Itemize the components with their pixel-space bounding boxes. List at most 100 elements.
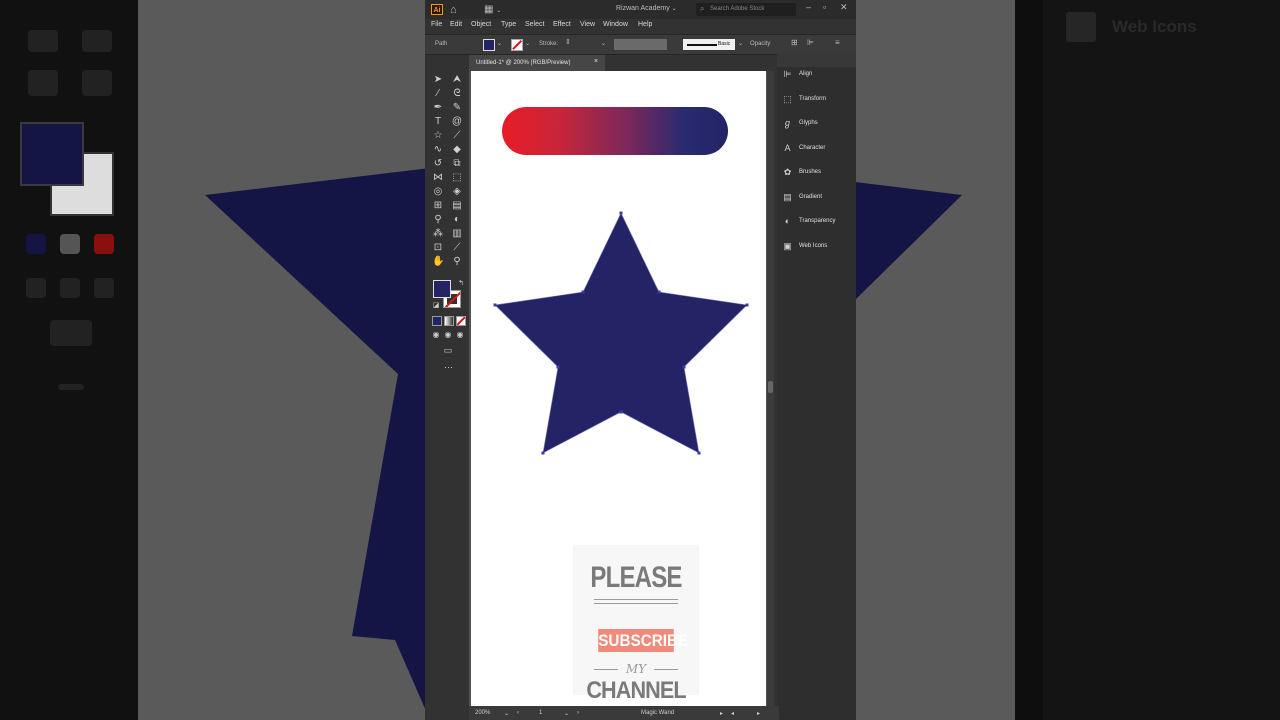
width-tool-icon[interactable]: ⋈ bbox=[432, 172, 444, 184]
stroke-weight-dropdown-icon[interactable]: ⌄ bbox=[601, 40, 606, 47]
color-mode-swatch[interactable] bbox=[432, 316, 442, 326]
rotate-tool-icon[interactable]: ↺ bbox=[432, 158, 444, 170]
magic-wand-tool-icon[interactable]: ⁄ bbox=[432, 88, 444, 100]
paintbrush-tool-icon[interactable]: ⟋ bbox=[451, 130, 463, 142]
zoom-dropdown-icon[interactable]: ⌄ bbox=[504, 710, 509, 717]
control-bar: Path ⌄ ⌄ Stroke: ⇕ ⌄ Basic ⌄ Opacity ⊞ ⊫… bbox=[425, 34, 856, 55]
gradient-mode-swatch[interactable] bbox=[444, 316, 454, 326]
stroke-dropdown-icon[interactable]: ⌄ bbox=[525, 40, 530, 47]
menu-object[interactable]: Object bbox=[471, 21, 491, 28]
next-artboard-icon[interactable]: › bbox=[577, 710, 579, 716]
align-to-icon[interactable]: ⊞ bbox=[791, 38, 798, 47]
zoom-level[interactable]: 200% bbox=[475, 710, 490, 716]
menu-window[interactable]: Window bbox=[603, 21, 628, 28]
panel-dock-header[interactable] bbox=[777, 53, 856, 67]
artboard-number[interactable]: 1 bbox=[539, 710, 542, 716]
close-icon[interactable]: ✕ bbox=[840, 2, 848, 13]
live-paint-tool-icon[interactable]: ◈ bbox=[451, 186, 463, 198]
vertical-scrollbar[interactable] bbox=[767, 71, 774, 707]
minimize-icon[interactable]: – bbox=[806, 2, 811, 12]
panel-transparency-label: Transparency bbox=[799, 218, 836, 224]
pen-tool-icon[interactable]: ✒ bbox=[432, 102, 444, 114]
menu-edit[interactable]: Edit bbox=[450, 21, 462, 28]
panel-web-icons[interactable]: ▣ Web Icons bbox=[782, 240, 854, 254]
none-mode-swatch[interactable] bbox=[456, 316, 466, 326]
close-tab-icon[interactable]: × bbox=[594, 58, 598, 65]
eraser-tool-icon[interactable]: ◆ bbox=[451, 144, 463, 156]
selection-type-label: Path bbox=[435, 41, 448, 47]
edit-toolbar-icon[interactable]: ⋯ bbox=[444, 362, 453, 373]
type-tool-icon[interactable]: T bbox=[432, 116, 444, 128]
glyphs-icon: ℊ bbox=[782, 118, 792, 128]
artboard-tool-icon[interactable]: ⊡ bbox=[432, 242, 444, 254]
previous-artboard-icon[interactable]: ‹ bbox=[517, 710, 519, 716]
blend-tool-icon[interactable]: ◐ bbox=[451, 214, 463, 226]
free-transform-tool-icon[interactable]: ⬚ bbox=[451, 172, 463, 184]
scrollbar-thumb[interactable] bbox=[768, 381, 773, 393]
star-tool-icon[interactable]: ☆ bbox=[432, 130, 444, 142]
panel-web-icons-label: Web Icons bbox=[799, 243, 828, 249]
menu-effect[interactable]: Effect bbox=[553, 21, 571, 28]
hand-tool-icon[interactable]: ✋ bbox=[432, 256, 444, 268]
gradient-icon: ▤ bbox=[783, 192, 792, 202]
curvature-tool-icon[interactable]: ✎ bbox=[451, 102, 463, 114]
workspace-switcher[interactable]: Rizwan Academy ⌄ bbox=[616, 5, 677, 12]
panel-character[interactable]: A Character bbox=[782, 142, 854, 156]
scroll-right-icon[interactable]: ▸ bbox=[757, 710, 760, 717]
gradient-tool-icon[interactable]: ▤ bbox=[451, 200, 463, 212]
draw-behind-icon[interactable]: ◉ bbox=[442, 329, 454, 341]
document-tab[interactable]: Untitled-1* @ 200% (RGB/Preview) × bbox=[469, 55, 605, 71]
column-graph-tool-icon[interactable]: ▥ bbox=[451, 228, 463, 240]
overlay-divider bbox=[594, 603, 678, 604]
opacity-label[interactable]: Opacity bbox=[750, 41, 770, 47]
slice-tool-icon[interactable]: ⟋ bbox=[451, 242, 463, 254]
panel-transparency[interactable]: ◐ Transparency bbox=[782, 215, 854, 229]
default-fill-stroke-icon[interactable]: ◪ bbox=[430, 300, 442, 312]
menu-select[interactable]: Select bbox=[525, 21, 544, 28]
brush-definition-field[interactable]: Basic bbox=[683, 39, 735, 50]
draw-inside-icon[interactable]: ◉ bbox=[454, 329, 466, 341]
align-options-icon[interactable]: ⊫ bbox=[807, 38, 814, 47]
direct-selection-tool-icon[interactable]: ⮝ bbox=[451, 74, 463, 86]
symbol-sprayer-tool-icon[interactable]: ⁂ bbox=[432, 228, 444, 240]
panel-transform[interactable]: ⬚ Transform bbox=[782, 93, 854, 107]
shaper-tool-icon[interactable]: ∿ bbox=[432, 144, 444, 156]
eyedropper-tool-icon[interactable]: ⚲ bbox=[432, 214, 444, 226]
spiral-tool-icon[interactable]: @ bbox=[451, 116, 463, 128]
fill-dropdown-icon[interactable]: ⌄ bbox=[497, 40, 502, 47]
shape-builder-tool-icon[interactable]: ◎ bbox=[432, 186, 444, 198]
selection-tool-icon[interactable]: ➤ bbox=[432, 74, 444, 86]
scale-tool-icon[interactable]: ⧉ bbox=[451, 158, 463, 170]
swap-fill-stroke-icon[interactable]: ↰ bbox=[455, 278, 467, 290]
status-menu-icon[interactable]: ▸ bbox=[720, 710, 723, 717]
scroll-left-icon[interactable]: ◂ bbox=[731, 710, 734, 717]
fill-swatch[interactable] bbox=[433, 280, 451, 298]
zoom-tool-icon[interactable]: ⚲ bbox=[451, 256, 463, 268]
draw-normal-icon[interactable]: ◉ bbox=[430, 329, 442, 341]
arrange-documents-icon[interactable]: ▦ ⌄ bbox=[484, 4, 501, 17]
transparency-icon: ◐ bbox=[784, 216, 791, 226]
brush-dropdown-icon[interactable]: ⌄ bbox=[738, 40, 743, 47]
artboard[interactable]: PLEASE SUBSCRIBE MY CHANNEL bbox=[471, 71, 766, 707]
menu-type[interactable]: Type bbox=[501, 21, 516, 28]
menu-help[interactable]: Help bbox=[638, 21, 652, 28]
menu-view[interactable]: View bbox=[580, 21, 595, 28]
perspective-grid-tool-icon[interactable]: ⊞ bbox=[432, 200, 444, 212]
panel-brushes[interactable]: ✿ Brushes bbox=[782, 166, 854, 180]
lasso-tool-icon[interactable]: ᘓ bbox=[451, 88, 463, 100]
variable-width-profile-field[interactable] bbox=[614, 39, 667, 50]
panel-gradient[interactable]: ▤ Gradient bbox=[782, 191, 854, 205]
screen-mode-icon[interactable]: ▭ bbox=[441, 344, 455, 356]
maximize-icon[interactable]: ▫ bbox=[823, 2, 826, 12]
panel-brushes-label: Brushes bbox=[799, 169, 822, 175]
stroke-weight-stepper-icon[interactable]: ⇕ bbox=[565, 38, 571, 46]
menu-file[interactable]: File bbox=[431, 21, 442, 28]
stroke-color-swatch[interactable] bbox=[511, 39, 523, 51]
control-bar-menu-icon[interactable]: ≡ bbox=[835, 38, 840, 47]
artboard-dropdown-icon[interactable]: ⌄ bbox=[564, 710, 569, 717]
search-adobe-stock-input[interactable]: ⌕ Search Adobe Stock bbox=[696, 3, 796, 16]
panel-glyphs[interactable]: ℊ Glyphs bbox=[782, 117, 854, 131]
panel-align[interactable]: ⊫ Align bbox=[782, 68, 854, 82]
home-icon[interactable]: ⌂ bbox=[450, 4, 462, 16]
fill-color-swatch[interactable] bbox=[483, 39, 495, 51]
